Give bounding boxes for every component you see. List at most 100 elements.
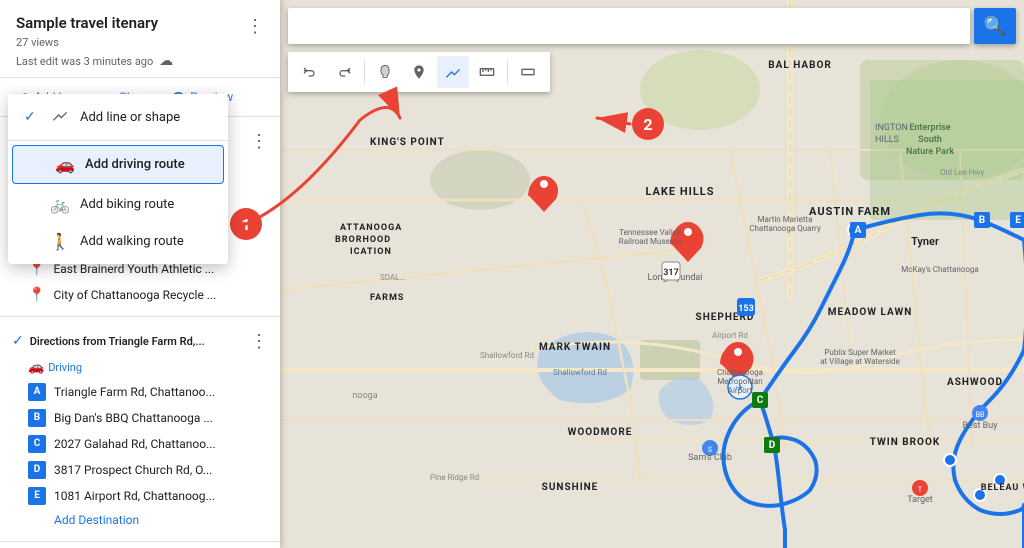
check-icon: ✓ <box>24 109 40 125</box>
cloud-icon: ☁ <box>159 53 173 69</box>
svg-text:Martin Marietta: Martin Marietta <box>757 215 812 224</box>
svg-text:E: E <box>1015 215 1021 226</box>
list-item[interactable]: 📍 City of Chattanooga Recycle ... <box>0 282 280 308</box>
svg-text:at Village at Waterside: at Village at Waterside <box>820 357 900 366</box>
redo-button[interactable] <box>328 56 360 88</box>
stop-name: Triangle Farm Rd, Chattanoo... <box>54 385 215 399</box>
stop-name: 1081 Airport Rd, Chattanoog... <box>54 489 215 503</box>
dropdown-item-biking[interactable]: 🚲 Add biking route <box>8 186 228 223</box>
svg-text:ASHWOOD: ASHWOOD <box>947 377 1003 388</box>
section-title-row-dirs: ✓ Directions from Triangle Farm Rd,... <box>12 333 205 349</box>
svg-text:153: 153 <box>738 304 754 314</box>
sidebar: Sample travel itenary 27 views Last edit… <box>0 0 280 548</box>
svg-text:Airport: Airport <box>728 386 753 395</box>
svg-text:BRORHOOD: BRORHOOD <box>335 235 391 245</box>
dropdown-driving-label: Add driving route <box>85 157 185 172</box>
driving-label: Driving <box>48 361 82 374</box>
svg-text:LAKE HILLS: LAKE HILLS <box>645 185 714 198</box>
ruler-tool-button[interactable] <box>471 56 503 88</box>
sidebar-title-group: Sample travel itenary 27 views Last edit… <box>16 14 173 69</box>
section-directions-menu[interactable]: ⋮ <box>246 329 272 354</box>
section-random-places-menu[interactable]: ⋮ <box>246 129 272 154</box>
svg-text:HILLS: HILLS <box>875 135 899 145</box>
svg-text:WOODMORE: WOODMORE <box>568 427 633 438</box>
sidebar-title: Sample travel itenary <box>16 14 173 34</box>
stop-name: Big Dan's BBQ Chattanooga ... <box>54 411 213 425</box>
svg-text:TWIN BROOK: TWIN BROOK <box>870 437 940 448</box>
svg-text:BAL HABOR: BAL HABOR <box>768 60 832 71</box>
annotation-circle-2: 2 <box>632 108 664 140</box>
place-pin-icon: 📍 <box>28 287 45 303</box>
sidebar-last-edit: Last edit was 3 minutes ago <box>16 55 153 68</box>
svg-text:Best Buy: Best Buy <box>962 421 998 431</box>
path-tool-button[interactable] <box>437 56 469 88</box>
svg-text:Sam's Club: Sam's Club <box>688 453 732 463</box>
svg-text:MARK TWAIN: MARK TWAIN <box>539 342 611 353</box>
add-route-dropdown: ✓ Add line or shape 🚗 Add driving route … <box>8 94 228 264</box>
dropdown-line-label: Add line or shape <box>80 110 180 125</box>
svg-text:SDAL...: SDAL... <box>380 273 406 282</box>
section-museums: ✓ Museums ⋮ ⧫ Individual styles <box>0 542 280 548</box>
svg-text:Chattanooga: Chattanooga <box>717 368 763 377</box>
hand-tool-button[interactable] <box>369 56 401 88</box>
search-input[interactable] <box>288 8 970 44</box>
search-bar: 🔍 <box>288 8 1016 44</box>
search-button[interactable]: 🔍 <box>974 8 1016 44</box>
dropdown-walking-label: Add walking route <box>80 234 184 249</box>
svg-text:317: 317 <box>663 268 679 278</box>
svg-text:Tennessee Valley: Tennessee Valley <box>619 228 681 237</box>
list-item[interactable]: C 2027 Galahad Rd, Chattanoo... <box>0 431 280 457</box>
svg-text:Enterprise: Enterprise <box>909 123 950 133</box>
list-item[interactable]: B Big Dan's BBQ Chattanooga ... <box>0 405 280 431</box>
svg-text:MEADOW LAWN: MEADOW LAWN <box>828 307 913 318</box>
undo-button[interactable] <box>294 56 326 88</box>
svg-text:KING'S POINT: KING'S POINT <box>370 137 445 148</box>
svg-text:Railroad Museum: Railroad Museum <box>619 237 681 246</box>
line-icon <box>50 107 70 127</box>
bike-icon: 🚲 <box>50 195 70 214</box>
dropdown-item-walking[interactable]: 🚶 Add walking route <box>8 223 228 260</box>
dropdown-divider <box>8 140 228 141</box>
svg-text:McKay's Chattanooga: McKay's Chattanooga <box>901 265 978 274</box>
sidebar-views: 27 views <box>16 36 173 49</box>
svg-text:B: B <box>979 215 985 226</box>
sidebar-menu-button[interactable]: ⋮ <box>242 14 268 39</box>
svg-text:Old Lee Hwy: Old Lee Hwy <box>940 168 984 177</box>
svg-text:AUSTIN FARM: AUSTIN FARM <box>809 205 891 218</box>
list-item[interactable]: E 1081 Airport Rd, Chattanoog... <box>0 483 280 509</box>
sidebar-meta-row: Last edit was 3 minutes ago ☁ <box>16 53 173 69</box>
stop-badge-d: D <box>28 461 46 479</box>
svg-text:SUNSHINE: SUNSHINE <box>542 482 599 493</box>
svg-text:South: South <box>918 135 942 145</box>
svg-text:Tyner: Tyner <box>911 235 939 248</box>
svg-text:Nature Park: Nature Park <box>906 147 954 157</box>
sidebar-header: Sample travel itenary 27 views Last edit… <box>0 0 280 78</box>
pin-tool-button[interactable] <box>403 56 435 88</box>
svg-text:BELEAU WOODS: BELEAU WOODS <box>981 483 1024 493</box>
list-item[interactable]: A Triangle Farm Rd, Chattanoo... <box>0 379 280 405</box>
place-name: City of Chattanooga Recycle ... <box>53 288 216 302</box>
svg-text:ATTANOOGA: ATTANOOGA <box>340 223 402 233</box>
annotation-circle-1: 1 <box>230 208 262 240</box>
svg-text:ICATION: ICATION <box>350 247 392 257</box>
section-directions-title: Directions from Triangle Farm Rd,... <box>30 335 205 348</box>
stop-name: 2027 Galahad Rd, Chattanoo... <box>54 437 216 451</box>
list-item[interactable]: D 3817 Prospect Church Rd, O... <box>0 457 280 483</box>
add-destination-link[interactable]: Add Destination <box>0 509 280 533</box>
svg-text:FARMS: FARMS <box>370 293 404 303</box>
stop-badge-e: E <box>28 487 46 505</box>
svg-text:A: A <box>855 225 862 236</box>
stop-badge-c: C <box>28 435 46 453</box>
dropdown-biking-label: Add biking route <box>80 197 174 212</box>
shape-tool-button[interactable] <box>512 56 544 88</box>
svg-text:Publix Super Market: Publix Super Market <box>824 348 896 357</box>
dropdown-item-line[interactable]: ✓ Add line or shape <box>8 98 228 136</box>
section-directions-header: ✓ Directions from Triangle Farm Rd,... ⋮ <box>0 325 280 358</box>
svg-text:Metropolitan: Metropolitan <box>717 377 762 386</box>
svg-text:BB: BB <box>976 411 985 419</box>
section-directions: ✓ Directions from Triangle Farm Rd,... ⋮… <box>0 317 280 542</box>
stop-name: 3817 Prospect Church Rd, O... <box>54 463 212 477</box>
dropdown-item-driving[interactable]: 🚗 Add driving route <box>12 145 224 184</box>
svg-text:nooga: nooga <box>352 391 377 401</box>
stop-badge-a: A <box>28 383 46 401</box>
